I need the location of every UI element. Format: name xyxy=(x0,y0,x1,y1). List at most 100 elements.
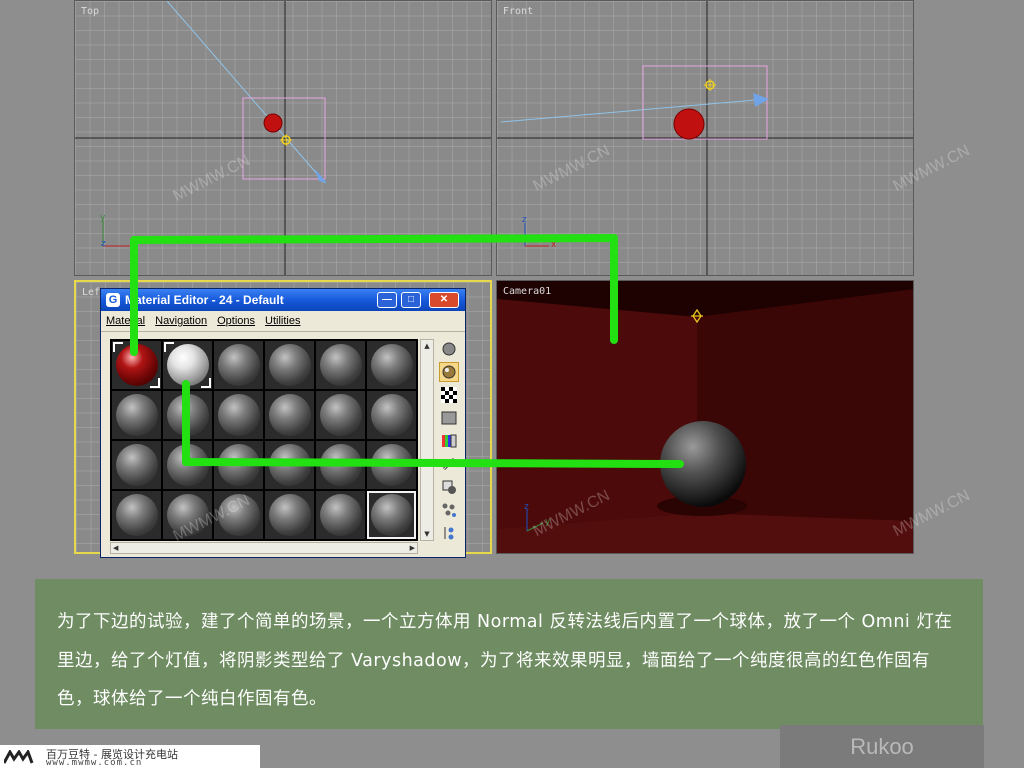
axis-z-label: z xyxy=(524,502,529,512)
menu-navigation[interactable]: Navigation xyxy=(150,315,212,327)
axis-z-label: z xyxy=(522,215,527,225)
left-wall xyxy=(497,299,697,529)
material-sample-slot[interactable] xyxy=(163,491,212,539)
close-button[interactable]: ✕ xyxy=(429,292,459,308)
material-sphere-preview xyxy=(217,344,260,386)
material-sphere-preview xyxy=(319,344,362,386)
material-sample-slot[interactable] xyxy=(214,441,263,489)
material-sample-slot[interactable] xyxy=(214,391,263,439)
material-editor-window[interactable]: G Material Editor - 24 - Default — □ ✕ M… xyxy=(100,288,466,558)
menu-material[interactable]: Material xyxy=(101,315,150,327)
scroll-up-arrow-icon[interactable]: ▲ xyxy=(421,340,433,352)
room-box-outline xyxy=(642,65,768,140)
material-sample-slot[interactable] xyxy=(163,391,212,439)
material-sample-slot[interactable] xyxy=(265,341,314,389)
material-sphere-preview xyxy=(115,444,158,486)
side-toolbar xyxy=(437,339,461,546)
material-editor-titlebar[interactable]: G Material Editor - 24 - Default — □ ✕ xyxy=(101,289,465,311)
material-navigator-icon[interactable] xyxy=(439,523,459,543)
material-sphere-preview xyxy=(166,444,209,486)
material-sample-slot[interactable] xyxy=(316,341,365,389)
material-sphere-preview xyxy=(370,444,413,486)
scroll-down-arrow-icon[interactable]: ▼ xyxy=(421,528,433,540)
axis-x-label: x xyxy=(133,240,139,250)
axis-y-label: y xyxy=(100,213,106,223)
menu-options[interactable]: Options xyxy=(212,315,260,327)
material-sphere-preview xyxy=(115,494,158,536)
material-sphere-preview xyxy=(217,494,260,536)
material-sphere-preview xyxy=(217,394,260,436)
video-color-check-icon[interactable] xyxy=(439,431,459,451)
viewport-top[interactable]: Top y x z xyxy=(74,0,492,276)
material-sample-slot[interactable] xyxy=(265,441,314,489)
material-sphere-preview xyxy=(166,394,209,436)
material-sample-slot[interactable] xyxy=(316,391,365,439)
material-sphere-preview xyxy=(268,494,311,536)
app-logo-icon: G xyxy=(106,293,120,307)
material-sphere-preview xyxy=(166,494,209,536)
material-sample-slot[interactable] xyxy=(265,391,314,439)
material-sample-slot[interactable] xyxy=(367,491,416,539)
menu-utilities[interactable]: Utilities xyxy=(260,315,305,327)
background-checker-icon[interactable] xyxy=(439,385,459,405)
viewport-front[interactable]: Front z x xyxy=(496,0,914,276)
footer-banner: 百万豆特 - 展览设计充电站 www.mwmw.com.cn xyxy=(0,745,260,768)
options-icon[interactable] xyxy=(439,477,459,497)
axis-y-label: y xyxy=(545,517,551,527)
menu-bar: Material Navigation Options Utilities xyxy=(101,311,465,332)
material-sample-slot[interactable] xyxy=(112,441,161,489)
material-sphere-preview xyxy=(370,394,413,436)
material-sample-slot[interactable] xyxy=(367,391,416,439)
material-sphere-preview xyxy=(217,444,260,486)
caption-box: 为了下边的试验，建了个简单的场景，一个立方体用 Normal 反转法线后内置了一… xyxy=(35,579,983,729)
material-sample-slot[interactable] xyxy=(163,341,212,389)
material-sphere-preview xyxy=(319,444,362,486)
sphere-object xyxy=(673,108,705,140)
viewport-label[interactable]: Camera01 xyxy=(503,286,551,297)
material-sample-slot[interactable] xyxy=(367,441,416,489)
minimize-button[interactable]: — xyxy=(377,292,397,308)
material-sample-slot[interactable] xyxy=(367,341,416,389)
material-sample-slot[interactable] xyxy=(316,441,365,489)
sphere-object xyxy=(660,421,746,507)
viewport-scene xyxy=(497,1,913,275)
material-sphere-preview xyxy=(115,394,158,436)
material-sample-slot[interactable] xyxy=(316,491,365,539)
axis-z-label: z xyxy=(101,239,106,249)
material-sample-slot[interactable] xyxy=(214,491,263,539)
viewport-camera[interactable]: Camera01 z y xyxy=(496,280,914,554)
window-title: Material Editor - 24 - Default xyxy=(125,293,284,307)
material-sphere-preview xyxy=(268,344,311,386)
camera-render xyxy=(497,281,913,553)
select-by-material-icon[interactable] xyxy=(439,500,459,520)
material-sphere-preview xyxy=(166,344,209,386)
make-preview-icon[interactable] xyxy=(439,454,459,474)
author-signature: Rukoo xyxy=(780,725,984,768)
material-sphere-preview xyxy=(268,394,311,436)
material-sphere-preview xyxy=(268,444,311,486)
sample-type-icon[interactable] xyxy=(439,339,459,359)
viewport-scene xyxy=(75,1,491,275)
footer-url[interactable]: www.mwmw.com.cn xyxy=(46,758,142,768)
sphere-object xyxy=(263,113,283,133)
material-sphere-preview xyxy=(370,494,413,536)
scroll-left-arrow-icon[interactable]: ◀ xyxy=(113,543,118,553)
scroll-right-arrow-icon[interactable]: ▶ xyxy=(410,543,415,553)
horizontal-scrollbar[interactable]: ◀ ▶ xyxy=(110,542,418,554)
material-sample-slot[interactable] xyxy=(112,391,161,439)
material-sample-slot[interactable] xyxy=(214,341,263,389)
caption-text: 为了下边的试验，建了个简单的场景，一个立方体用 Normal 反转法线后内置了一… xyxy=(57,612,953,709)
backlight-icon[interactable] xyxy=(439,362,459,382)
material-sphere-preview xyxy=(319,394,362,436)
material-sample-slot[interactable] xyxy=(163,441,212,489)
sample-uv-tiling-icon[interactable] xyxy=(439,408,459,428)
material-sphere-preview xyxy=(319,494,362,536)
sample-slots-grid xyxy=(110,339,418,541)
material-sample-slot[interactable] xyxy=(112,341,161,389)
maximize-button[interactable]: □ xyxy=(401,292,421,308)
axis-x-label: x xyxy=(551,240,557,250)
material-sample-slot[interactable] xyxy=(112,491,161,539)
material-sample-slot[interactable] xyxy=(265,491,314,539)
site-logo-icon xyxy=(4,749,34,764)
vertical-scrollbar[interactable]: ▲ ▼ xyxy=(420,339,434,541)
